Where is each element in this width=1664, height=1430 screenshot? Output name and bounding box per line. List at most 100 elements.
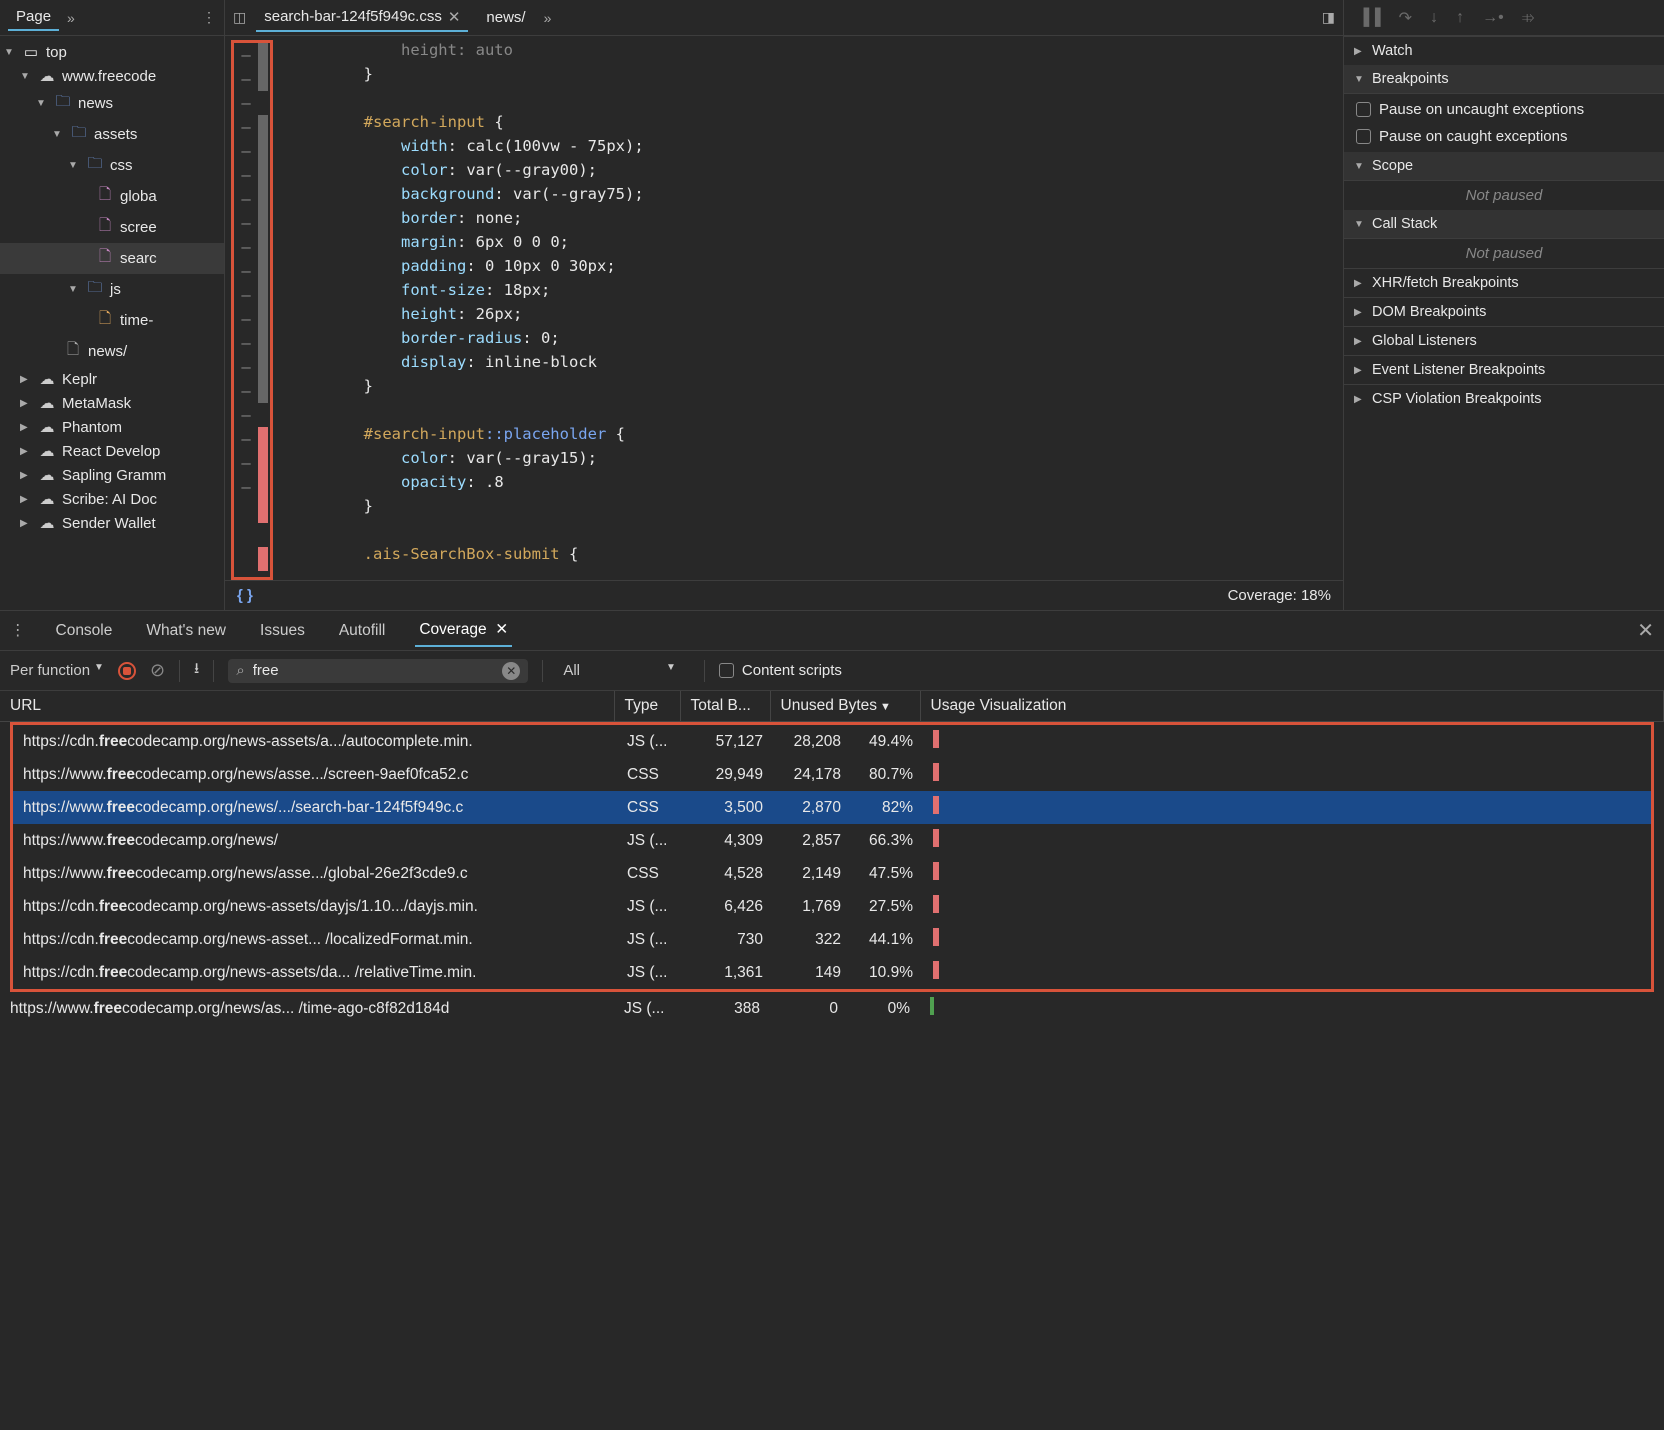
clear-icon[interactable]: ⊘ xyxy=(150,660,165,681)
sidebar-toggle-right-icon[interactable]: ◨ xyxy=(1322,9,1335,26)
coverage-percentage: Coverage: 18% xyxy=(1228,587,1331,604)
section-label: Scope xyxy=(1372,158,1413,174)
table-row[interactable]: https://cdn.freecodecamp.org/news-assets… xyxy=(13,956,1651,989)
tree-item-file[interactable]: 🗋scree xyxy=(0,212,224,243)
drawer: ⋮ Console What's new Issues Autofill Cov… xyxy=(0,610,1664,1025)
checkbox-icon[interactable] xyxy=(719,663,734,678)
col-unused[interactable]: Unused Bytes xyxy=(770,691,920,722)
tree-item-assets[interactable]: ▼🗀assets xyxy=(0,119,224,150)
step-out-icon[interactable]: ↑ xyxy=(1456,9,1464,27)
tree-item-ext[interactable]: ▶☁Scribe: AI Doc xyxy=(0,487,224,511)
filter-text-field[interactable] xyxy=(253,662,495,679)
code-editor[interactable]: –– ––– ––– ––– ––– –– –– – xyxy=(225,36,1343,580)
close-icon[interactable]: ✕ xyxy=(495,621,508,638)
pause-uncaught-row[interactable]: Pause on uncaught exceptions xyxy=(1344,96,1664,123)
tab-console[interactable]: Console xyxy=(52,616,117,646)
tree-label: globa xyxy=(120,188,157,205)
table-row[interactable]: https://www.freecodecamp.org/news/JS (..… xyxy=(13,824,1651,857)
global-section[interactable]: ▶Global Listeners xyxy=(1344,326,1664,355)
col-type[interactable]: Type xyxy=(614,691,680,722)
tree-label: scree xyxy=(120,219,157,236)
tree-item-domain[interactable]: ▼☁www.freecode xyxy=(0,64,224,88)
scope-section[interactable]: ▼Scope xyxy=(1344,152,1664,181)
tree-item-file[interactable]: 🗋time- xyxy=(0,305,224,336)
editor-footer: { } Coverage: 18% xyxy=(225,580,1343,610)
table-row[interactable]: https://cdn.freecodecamp.org/news-assets… xyxy=(13,725,1651,758)
tab-coverage[interactable]: Coverage ✕ xyxy=(415,614,512,647)
kebab-menu-icon[interactable]: ⋮ xyxy=(202,9,216,26)
csp-section[interactable]: ▶CSP Violation Breakpoints xyxy=(1344,384,1664,413)
filter-input[interactable]: ⌕ ✕ xyxy=(228,659,528,683)
tree-item-top[interactable]: ▼▭top xyxy=(0,40,224,64)
per-function-dropdown[interactable]: Per function▼ xyxy=(10,662,104,679)
tree-label: css xyxy=(110,157,133,174)
sidebar-toggle-icon[interactable]: ◫ xyxy=(233,9,246,26)
page-tab[interactable]: Page xyxy=(8,4,59,31)
checkbox-icon[interactable] xyxy=(1356,129,1371,144)
editor-tab-active[interactable]: search-bar-124f5f949c.css ✕ xyxy=(256,4,468,32)
coverage-rows-highlight: https://cdn.freecodecamp.org/news-assets… xyxy=(10,722,1654,992)
tab-autofill[interactable]: Autofill xyxy=(335,616,390,646)
tree-item-js[interactable]: ▼🗀js xyxy=(0,274,224,305)
close-drawer-icon[interactable]: ✕ xyxy=(1637,618,1654,643)
table-row[interactable]: https://www.freecodecamp.org/news/asse..… xyxy=(13,758,1651,791)
viz-bar xyxy=(933,763,939,781)
pause-icon[interactable]: ▐▐ xyxy=(1358,9,1381,27)
xhr-section[interactable]: ▶XHR/fetch Breakpoints xyxy=(1344,268,1664,297)
col-url[interactable]: URL xyxy=(0,691,614,722)
step-over-icon[interactable]: ↷ xyxy=(1399,8,1412,28)
breakpoints-section[interactable]: ▼Breakpoints xyxy=(1344,65,1664,94)
tree-item-ext[interactable]: ▶☁Sender Wallet xyxy=(0,511,224,535)
content-scripts-checkbox[interactable]: Content scripts xyxy=(719,662,842,679)
section-label: Watch xyxy=(1372,43,1413,59)
pause-caught-row[interactable]: Pause on caught exceptions xyxy=(1344,123,1664,150)
viz-bar xyxy=(933,730,939,748)
pretty-print-icon[interactable]: { } xyxy=(237,587,253,604)
col-total[interactable]: Total B... xyxy=(680,691,770,722)
checkbox-icon[interactable] xyxy=(1356,102,1371,117)
kebab-menu-icon[interactable]: ⋮ xyxy=(10,621,26,640)
close-icon[interactable]: ✕ xyxy=(448,8,461,26)
tree-item-ext[interactable]: ▶☁MetaMask xyxy=(0,391,224,415)
tree-item-file-selected[interactable]: 🗋searc xyxy=(0,243,224,274)
col-viz[interactable]: Usage Visualization xyxy=(920,691,1664,722)
viz-bar xyxy=(933,895,939,913)
checkbox-label: Pause on uncaught exceptions xyxy=(1379,101,1584,118)
export-icon[interactable]: ⭳ xyxy=(194,658,199,683)
tab-whats-new[interactable]: What's new xyxy=(142,616,230,646)
editor-tab[interactable]: news/ xyxy=(478,5,533,30)
tree-item-css[interactable]: ▼🗀css xyxy=(0,150,224,181)
tab-label: Coverage xyxy=(419,621,486,638)
table-row[interactable]: https://cdn.freecodecamp.org/news-asset.… xyxy=(13,923,1651,956)
clear-filter-icon[interactable]: ✕ xyxy=(502,662,520,680)
table-row[interactable]: https://www.freecodecamp.org/news/asse..… xyxy=(13,857,1651,890)
record-button[interactable] xyxy=(118,662,136,680)
type-filter-dropdown[interactable]: All ▼ xyxy=(557,662,690,679)
tree-item-news[interactable]: ▼🗀news xyxy=(0,88,224,119)
overflow-tabs-icon[interactable]: » xyxy=(544,10,552,26)
tab-issues[interactable]: Issues xyxy=(256,616,309,646)
overflow-tabs-icon[interactable]: » xyxy=(67,10,75,26)
tree-label: js xyxy=(110,281,121,298)
callstack-section[interactable]: ▼Call Stack xyxy=(1344,210,1664,239)
step-icon[interactable]: →• xyxy=(1482,9,1504,27)
tree-item-ext[interactable]: ▶☁Sapling Gramm xyxy=(0,463,224,487)
section-label: DOM Breakpoints xyxy=(1372,304,1486,320)
event-section[interactable]: ▶Event Listener Breakpoints xyxy=(1344,355,1664,384)
step-into-icon[interactable]: ↓ xyxy=(1430,9,1438,27)
section-label: Breakpoints xyxy=(1372,71,1449,87)
table-row[interactable]: https://www.freecodecamp.org/news/.../se… xyxy=(13,791,1651,824)
drawer-tabbar: ⋮ Console What's new Issues Autofill Cov… xyxy=(0,611,1664,651)
watch-section[interactable]: ▶Watch xyxy=(1344,36,1664,65)
table-row[interactable]: https://www.freecodecamp.org/news/as... … xyxy=(0,992,1664,1025)
deactivate-breakpoints-icon[interactable]: ⤃ xyxy=(1522,9,1535,27)
tree-label: MetaMask xyxy=(62,395,131,412)
viz-bar xyxy=(933,829,939,847)
dom-section[interactable]: ▶DOM Breakpoints xyxy=(1344,297,1664,326)
tree-item-ext[interactable]: ▶☁Phantom xyxy=(0,415,224,439)
tree-item-file[interactable]: 🗋globa xyxy=(0,181,224,212)
tree-item-ext[interactable]: ▶☁Keplr xyxy=(0,367,224,391)
tree-item-file[interactable]: 🗋news/ xyxy=(0,336,224,367)
tree-item-ext[interactable]: ▶☁React Develop xyxy=(0,439,224,463)
table-row[interactable]: https://cdn.freecodecamp.org/news-assets… xyxy=(13,890,1651,923)
